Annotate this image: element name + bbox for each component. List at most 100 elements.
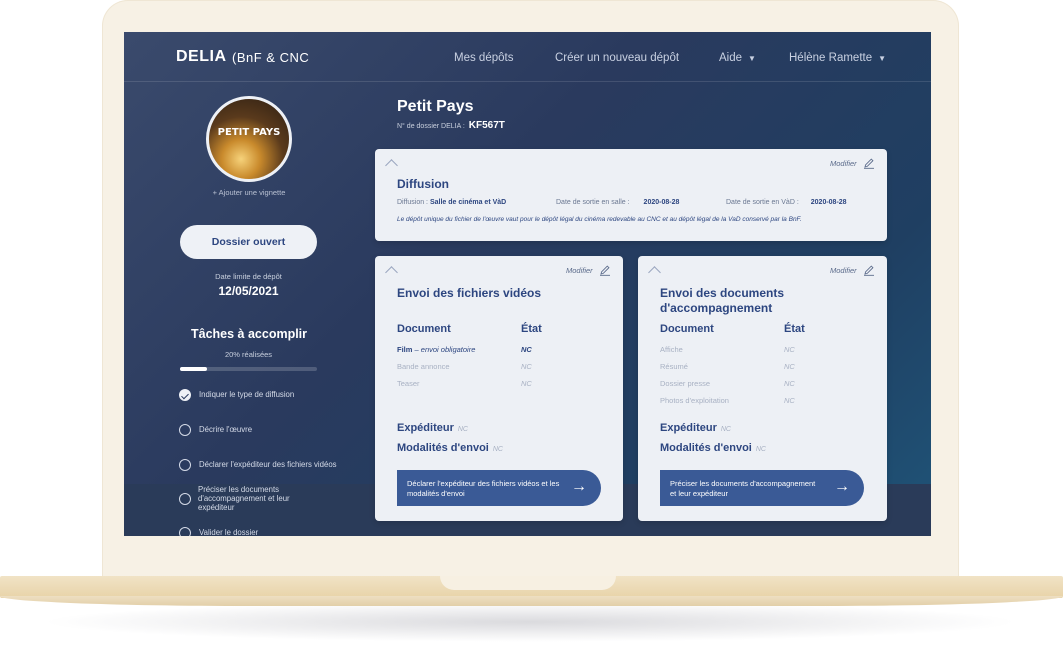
diffusion-note: Le dépôt unique du fichier de l'œuvre va… [397,216,802,223]
laptop-notch [440,576,616,590]
release-cinema: Date de sortie en salle : 2020-08-28 [556,199,679,206]
dossier-value: KF567T [468,120,505,131]
video-state: NC [521,362,532,371]
diffusion-card: Modifier Diffusion Diffusion : Salle de … [375,149,887,241]
chevron-up-icon[interactable] [385,266,398,279]
document-doc: Photos d'exploitation [660,396,729,405]
sender-value: NC [457,426,468,433]
modify-link[interactable]: Modifier [830,159,857,168]
specify-documents-label: Préciser les documents d'accompagnement … [670,479,816,498]
chevron-down-icon: ▼ [748,54,756,63]
task-label: Valider le dossier [199,528,259,536]
diffusion-type-label: Diffusion : [397,199,428,206]
video-row-film: Film – envoi obligatoire [397,345,475,354]
sender-label: Expéditeur [397,422,454,434]
deadline-date: 12/05/2021 [218,284,279,298]
dossier-label: N° de dossier DELIA : [397,123,465,130]
document-state: NC [784,379,795,388]
nav-user-menu[interactable]: Hélène Ramette ▼ [789,52,886,64]
brand-partners: (BnF & CNC [232,50,310,65]
document-doc: Affiche [660,345,683,354]
top-navigation: DELIA (BnF & CNC Mes dépôts Créer un nou… [124,32,931,82]
modalities-value: NC [755,446,766,453]
nav-help-label: Aide [719,52,743,64]
chevron-up-icon[interactable] [385,159,398,172]
video-doc: Bande annonce [397,362,450,371]
sender-field: Expéditeur NC [397,422,468,434]
laptop-mockup: DELIA (BnF & CNC Mes dépôts Créer un nou… [0,0,1063,665]
laptop-shadow [40,602,1020,642]
nav-my-deposits[interactable]: Mes dépôts [454,52,513,64]
tasks-progress-fill [180,367,208,371]
release-vad-value: 2020-08-28 [810,199,847,206]
modalities-field: Modalités d'envoi NC [397,442,503,454]
circle-icon [179,493,191,505]
diffusion-type-value: Salle de cinéma et VàD [429,199,507,206]
circle-icon [179,459,191,471]
document-state: NC [784,362,795,371]
tasks-title: Tâches à accomplir [190,327,308,341]
video-doc: Film [397,345,413,354]
task-label: Décrire l'œuvre [199,425,253,434]
tasks-progress-label: 20% réalisées [224,350,273,359]
modify-link[interactable]: Modifier [566,266,593,275]
user-name: Hélène Ramette [789,52,873,64]
modalities-field: Modalités d'envoi NC [660,442,766,454]
tasks-progress-bar [180,367,317,371]
brand-logo[interactable]: DELIA [176,48,227,66]
sender-field: Expéditeur NC [660,422,731,434]
modalities-label: Modalités d'envoi [660,442,752,454]
video-doc: Teaser [397,379,420,388]
task-label: Déclarer l'expéditeur des fichiers vidéo… [199,460,337,469]
nav-help[interactable]: Aide ▼ [719,52,756,64]
column-state: État [784,323,805,335]
task-label: Préciser les documents d'accompagnement … [198,485,290,512]
column-document: Document [660,323,714,335]
videos-card: Modifier Envoi des fichiers vidéos Docum… [375,256,623,521]
circle-icon [179,527,191,536]
pencil-icon[interactable] [863,157,875,169]
declare-sender-label: Déclarer l'expéditeur des fichiers vidéo… [407,479,560,498]
poster-title: PETIT PAYS [217,127,281,138]
documents-title: Envoi des documents d'accompagnement [660,286,785,315]
video-state: NC [521,345,532,354]
modalities-label: Modalités d'envoi [397,442,489,454]
documents-card: Modifier Envoi des documents d'accompagn… [638,256,887,521]
release-cinema-value: 2020-08-28 [643,199,680,206]
dossier-number: N° de dossier DELIA : KF567T [397,120,505,131]
pencil-icon[interactable] [863,264,875,276]
nav-new-deposit[interactable]: Créer un nouveau dépôt [555,52,679,64]
pencil-icon[interactable] [599,264,611,276]
arrow-right-icon: → [571,478,587,495]
column-document: Document [397,323,451,335]
column-state: État [521,323,542,335]
diffusion-type: Diffusion : Salle de cinéma et VàD [397,199,506,206]
task-label: Indiquer le type de diffusion [199,390,295,399]
circle-icon [179,424,191,436]
modify-link[interactable]: Modifier [830,266,857,275]
release-vad-label: Date de sortie en VàD : [726,199,799,206]
video-doc-note: – envoi obligatoire [414,345,476,354]
chevron-up-icon[interactable] [648,266,661,279]
dossier-status-button[interactable]: Dossier ouvert [180,225,317,259]
release-vad: Date de sortie en VàD : 2020-08-28 [726,199,847,206]
document-doc: Dossier presse [660,379,711,388]
modalities-value: NC [492,446,503,453]
check-circle-icon [179,389,191,401]
document-state: NC [784,345,795,354]
release-cinema-label: Date de sortie en salle : [556,199,630,206]
specify-documents-button[interactable]: Préciser les documents d'accompagnement … [660,470,864,506]
deadline-label: Date limite de dépôt [215,272,282,281]
page-title: Petit Pays [397,98,474,115]
add-thumbnail-link[interactable]: + Ajouter une vignette [184,188,314,197]
sender-label: Expéditeur [660,422,717,434]
declare-sender-button[interactable]: Déclarer l'expéditeur des fichiers vidéo… [397,470,601,506]
laptop-base-lip [0,596,1063,606]
document-state: NC [784,396,795,405]
document-doc: Résumé [660,362,688,371]
videos-title: Envoi des fichiers vidéos [397,286,542,300]
sender-value: NC [720,426,731,433]
video-state: NC [521,379,532,388]
chevron-down-icon: ▼ [878,54,887,63]
film-poster-thumbnail[interactable]: PETIT PAYS [206,96,292,182]
